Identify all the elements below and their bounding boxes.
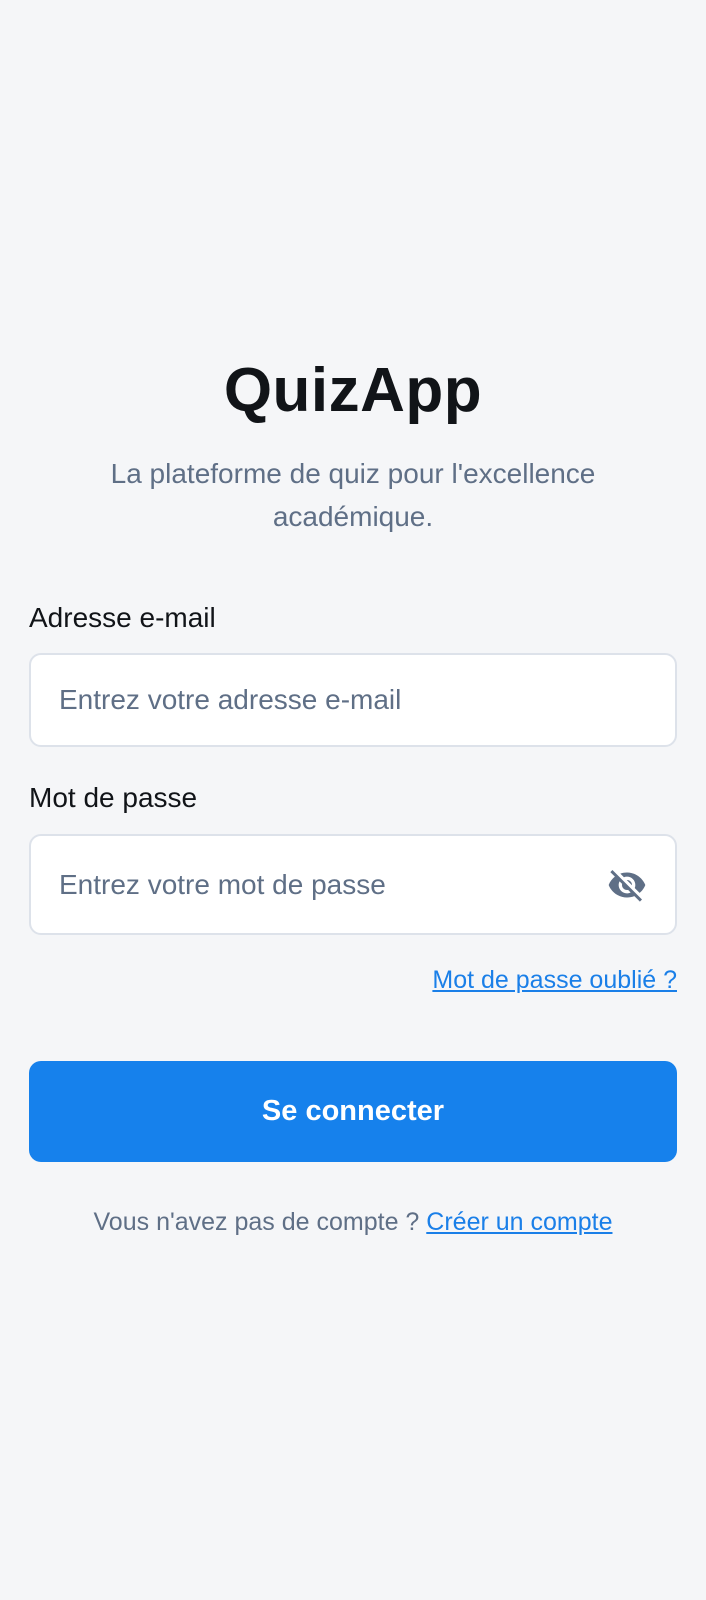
password-label: Mot de passe <box>29 782 198 813</box>
app-title: QuizApp <box>223 356 483 425</box>
create-account-link[interactable]: Créer un compte <box>426 1208 612 1236</box>
email-input[interactable] <box>31 655 675 745</box>
password-input[interactable] <box>31 836 675 933</box>
forgot-password-link[interactable]: Mot de passe oublié ? <box>432 966 677 995</box>
signup-prompt: Vous n'avez pas de compte ? Créer un com… <box>0 1208 706 1237</box>
password-field-container <box>29 834 677 935</box>
eye-off-icon[interactable] <box>605 863 649 907</box>
app-subtitle: La plateforme de quiz pour l'excellence … <box>110 458 596 532</box>
login-screen: QuizApp La plateforme de quiz pour l'exc… <box>0 0 706 1600</box>
email-field-container <box>29 653 677 747</box>
email-label: Adresse e-mail <box>29 602 216 633</box>
no-account-text: Vous n'avez pas de compte ? <box>93 1208 427 1236</box>
login-button[interactable]: Se connecter <box>29 1061 677 1162</box>
